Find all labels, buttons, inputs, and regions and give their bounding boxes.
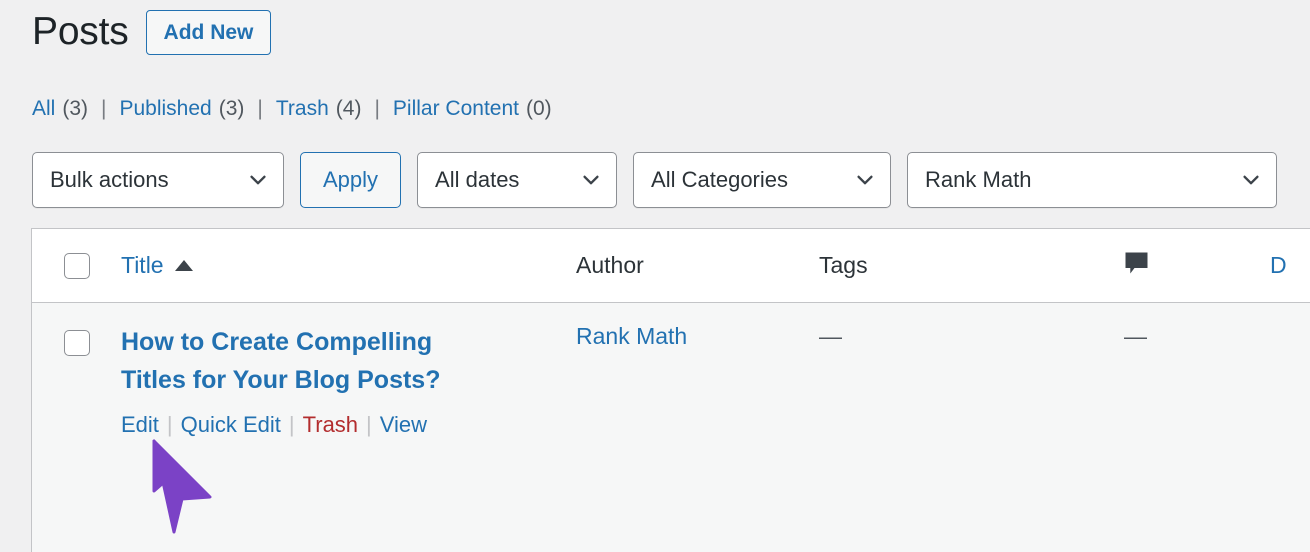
bulk-actions-select[interactable]: Bulk actions	[32, 152, 284, 208]
status-filter-pillar-content-count: (0)	[525, 97, 552, 120]
row-select-cell	[32, 303, 121, 356]
row-action-quick-edit[interactable]: Quick Edit	[181, 412, 281, 437]
category-filter-select[interactable]: All Categories	[633, 152, 892, 208]
status-separator: |	[374, 97, 380, 120]
row-action-separator: |	[166, 412, 173, 437]
post-title-link[interactable]: How to Create Compelling Titles for Your…	[121, 323, 496, 399]
row-date-cell	[1270, 303, 1310, 323]
column-header-tags-label: Tags	[819, 252, 868, 278]
status-separator: |	[257, 97, 263, 120]
sort-ascending-arrow-icon	[174, 260, 193, 271]
status-filter-published-label[interactable]: Published	[119, 97, 211, 120]
chevron-down-icon	[580, 169, 602, 191]
status-filter-pillar-content-label[interactable]: Pillar Content	[393, 97, 519, 120]
chevron-down-icon	[1240, 169, 1262, 191]
row-comments-cell: —	[1124, 303, 1270, 350]
status-filter-published-count: (3)	[218, 97, 245, 120]
page-title: Posts	[32, 10, 129, 53]
tags-value: —	[819, 323, 842, 349]
status-filter-all-count: (3)	[62, 97, 89, 120]
post-status-filter-links: All (3) | Published (3) | Trash (4) | Pilla…	[32, 97, 552, 121]
column-header-title-label: Title	[121, 252, 164, 278]
column-header-comments[interactable]	[1124, 251, 1270, 281]
row-select-checkbox[interactable]	[63, 330, 90, 356]
author-link[interactable]: Rank Math	[576, 323, 687, 349]
row-actions: Edit | Quick Edit | Trash | View	[121, 412, 576, 438]
category-filter-value: All Categories	[651, 167, 788, 192]
row-action-view[interactable]: View	[380, 412, 427, 437]
row-action-separator: |	[366, 412, 372, 437]
bulk-actions-value: Bulk actions	[50, 167, 169, 192]
posts-admin-screen: Posts Add New All (3) | Published (3) | Tr…	[0, 0, 1310, 552]
status-filter-pillar-content[interactable]: Pillar Content (0)	[393, 97, 552, 121]
status-filter-trash-label[interactable]: Trash	[276, 97, 329, 120]
table-navigation-filters: Bulk actions Apply All dates All Categor…	[32, 152, 1278, 208]
status-filter-published[interactable]: Published (3)	[119, 97, 244, 121]
row-tags-cell: —	[819, 303, 1124, 350]
column-header-author: Author	[576, 252, 819, 279]
chevron-down-icon	[247, 169, 269, 191]
rank-math-filter-value: Rank Math	[925, 167, 1032, 192]
select-all-cell	[32, 252, 121, 279]
add-new-button[interactable]: Add New	[145, 9, 272, 55]
column-header-title[interactable]: Title	[121, 252, 576, 279]
comment-bubble-icon	[1124, 251, 1149, 276]
status-filter-all-label[interactable]: All	[32, 97, 55, 120]
row-title-cell: How to Create Compelling Titles for Your…	[121, 303, 576, 438]
status-filter-trash[interactable]: Trash (4)	[276, 97, 362, 121]
row-action-edit[interactable]: Edit	[121, 412, 159, 437]
status-filter-trash-count: (4)	[335, 97, 362, 120]
chevron-down-icon	[854, 169, 876, 191]
row-author-cell: Rank Math	[576, 303, 819, 350]
comments-value: —	[1124, 323, 1147, 349]
status-filter-all[interactable]: All (3)	[32, 97, 88, 121]
select-all-checkbox[interactable]	[63, 252, 90, 279]
row-action-separator: |	[288, 412, 295, 437]
date-filter-value: All dates	[435, 167, 520, 192]
date-filter-select[interactable]: All dates	[417, 152, 618, 208]
table-row: How to Create Compelling Titles for Your…	[32, 303, 1310, 552]
row-action-trash[interactable]: Trash	[303, 412, 358, 437]
status-separator: |	[101, 97, 107, 120]
apply-button[interactable]: Apply	[300, 152, 402, 208]
column-header-tags: Tags	[819, 252, 1124, 279]
rank-math-filter-select[interactable]: Rank Math	[907, 152, 1278, 208]
sort-by-title[interactable]: Title	[121, 252, 193, 279]
column-header-date[interactable]: D	[1270, 252, 1310, 279]
posts-table: Title Author Tags D How to Create Compel…	[31, 228, 1310, 552]
column-header-date-label: D	[1270, 252, 1287, 278]
page-header: Posts Add New	[32, 8, 272, 57]
table-header-row: Title Author Tags D	[32, 229, 1310, 303]
column-header-author-label: Author	[576, 252, 644, 278]
